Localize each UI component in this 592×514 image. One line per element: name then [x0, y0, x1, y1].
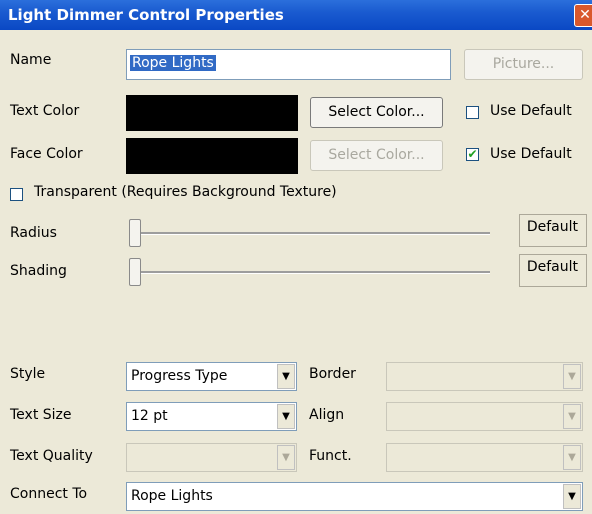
text-size-dropdown[interactable]: 12 pt ▼ — [126, 402, 297, 431]
text-size-label: Text Size — [10, 407, 72, 423]
align-label: Align — [309, 407, 345, 423]
shading-value: Default — [519, 254, 587, 287]
name-label: Name — [10, 52, 52, 68]
shading-slider-track — [130, 271, 490, 274]
properties-dialog: Light Dimmer Control Properties ✕ Name R… — [0, 0, 592, 514]
text-quality-dropdown[interactable]: ▼ — [126, 443, 297, 472]
radius-slider-track — [130, 232, 490, 235]
title-bar[interactable]: Light Dimmer Control Properties ✕ — [0, 0, 592, 30]
text-quality-label: Text Quality — [10, 448, 93, 464]
align-dropdown[interactable]: ▼ — [386, 402, 583, 431]
chevron-down-icon[interactable]: ▼ — [563, 484, 581, 509]
face-color-label: Face Color — [10, 146, 83, 162]
connect-to-label: Connect To — [10, 486, 88, 502]
picture-button[interactable]: Picture... — [464, 49, 583, 80]
funct-dropdown[interactable]: ▼ — [386, 443, 583, 472]
text-color-use-default-label: Use Default — [490, 103, 572, 119]
chevron-down-icon[interactable]: ▼ — [563, 364, 581, 389]
style-dropdown[interactable]: Progress Type ▼ — [126, 362, 297, 391]
text-color-select-label: Select Color... — [328, 104, 425, 120]
face-color-select-label: Select Color... — [328, 147, 425, 163]
dialog-title: Light Dimmer Control Properties — [8, 6, 284, 24]
transparent-label: Transparent (Requires Background Texture… — [34, 184, 337, 200]
radius-slider-thumb[interactable] — [129, 219, 141, 247]
face-color-use-default-checkbox[interactable]: ✔ — [466, 148, 479, 161]
text-size-value: 12 pt — [131, 408, 168, 424]
shading-label: Shading — [10, 263, 67, 279]
face-color-swatch — [126, 138, 298, 174]
name-input-value: Rope Lights — [130, 55, 216, 71]
text-color-label: Text Color — [10, 103, 80, 119]
text-color-swatch — [126, 95, 298, 131]
style-value: Progress Type — [131, 368, 228, 384]
chevron-down-icon[interactable]: ▼ — [277, 445, 295, 470]
chevron-down-icon[interactable]: ▼ — [277, 404, 295, 429]
face-color-use-default-label: Use Default — [490, 146, 572, 162]
name-input[interactable]: Rope Lights — [126, 49, 451, 80]
style-label: Style — [10, 366, 46, 382]
shading-slider-thumb[interactable] — [129, 258, 141, 286]
picture-button-label: Picture... — [492, 56, 555, 72]
text-color-use-default-checkbox[interactable] — [466, 106, 479, 119]
radius-label: Radius — [10, 225, 57, 241]
chevron-down-icon[interactable]: ▼ — [277, 364, 295, 389]
check-icon: ✔ — [467, 147, 478, 161]
border-label: Border — [309, 366, 356, 382]
chevron-down-icon[interactable]: ▼ — [563, 445, 581, 470]
radius-value: Default — [519, 214, 587, 247]
text-color-select-button[interactable]: Select Color... — [310, 97, 443, 128]
connect-to-value: Rope Lights — [131, 488, 213, 504]
close-button[interactable]: ✕ — [574, 4, 592, 27]
border-dropdown[interactable]: ▼ — [386, 362, 583, 391]
funct-label: Funct. — [309, 448, 352, 464]
transparent-checkbox[interactable] — [10, 188, 23, 201]
connect-to-dropdown[interactable]: Rope Lights ▼ — [126, 482, 583, 511]
face-color-select-button[interactable]: Select Color... — [310, 140, 443, 171]
chevron-down-icon[interactable]: ▼ — [563, 404, 581, 429]
close-icon: ✕ — [579, 7, 591, 23]
